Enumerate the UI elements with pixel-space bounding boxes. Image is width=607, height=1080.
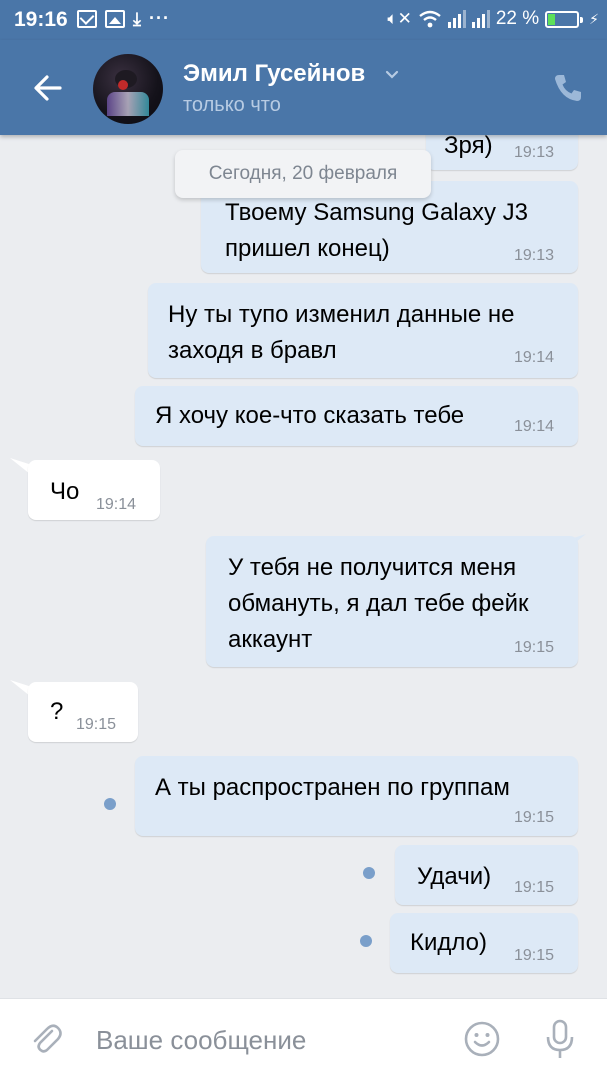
unread-indicator [363,867,375,879]
outgoing-message[interactable]: У тебя не получится меня обмануть, я дал … [206,536,578,667]
message-text: Кидло) [410,925,487,961]
outgoing-message[interactable]: Я хочу кое-что сказать тебе 19:14 [135,386,578,446]
microphone-icon[interactable] [540,1017,580,1061]
message-line: обмануть, я дал тебе фейк [228,590,529,617]
message-text: Твоему Samsung Galaxy J3 пришел конец) [225,195,528,267]
unread-indicator [104,798,116,810]
unread-indicator [360,935,372,947]
message-timestamp: 19:15 [514,947,555,964]
message-line: ? [50,698,64,725]
message-text: ? [50,694,63,730]
charging-icon: ⚡︎ [589,10,599,27]
message-line: заходя в бравл [168,337,337,364]
message-composer [0,998,607,1080]
more-notifications-icon: ··· [148,8,170,28]
message-timestamp: 19:15 [514,809,555,826]
message-line: Чо [50,478,80,505]
avatar[interactable] [93,54,163,124]
incoming-message[interactable]: Чо 19:14 [28,460,160,520]
message-line: аккаунт [228,626,313,653]
message-timestamp: 19:15 [76,716,117,733]
message-timestamp: 19:15 [514,639,555,656]
status-time: 19:16 [14,8,68,31]
notification-icons: ⤓ ··· [77,8,170,29]
message-line: А ты распространен по группам [155,774,510,801]
wifi-icon [419,10,441,28]
message-text: Чо [50,474,79,510]
message-line: пришел конец) [225,235,390,262]
outgoing-message[interactable]: А ты распространен по группам 19:15 [135,756,578,836]
contact-name[interactable]: Эмил Гусейнов [183,60,365,88]
system-icons: 🔈︎✕ 22 % ⚡︎ [387,8,599,30]
date-separator: Сегодня, 20 февраля [175,150,431,198]
mail-notification-icon [77,9,97,28]
incoming-message[interactable]: ? 19:15 [28,682,138,742]
message-timestamp: 19:14 [514,349,555,366]
battery-percent: 22 % [495,8,540,29]
message-line: Твоему Samsung Galaxy J3 [225,199,528,226]
download-icon: ⤓ [133,8,141,29]
message-timestamp: 19:14 [96,496,137,513]
message-timestamp: 19:14 [514,418,555,435]
message-text: У тебя не получится меня обмануть, я дал … [228,550,528,658]
message-line: Удачи) [417,863,492,890]
message-timestamp: 19:15 [514,879,555,896]
image-notification-icon [105,9,125,28]
status-bar: 19:16 ⤓ ··· 🔈︎✕ 22 % ⚡︎ [0,0,607,40]
phone-call-icon[interactable] [548,68,588,108]
message-text: Я хочу кое-что сказать тебе [155,398,464,434]
mute-icon: 🔈︎✕ [387,9,412,28]
outgoing-message[interactable]: Ну ты тупо изменил данные не заходя в бра… [148,283,578,378]
paperclip-icon[interactable] [26,1019,66,1059]
emoji-icon[interactable] [462,1019,502,1059]
chat-header: Эмил Гусейнов только что [0,40,607,135]
outgoing-message[interactable]: Кидло) 19:15 [390,913,578,973]
battery-icon [545,10,584,28]
signal-2-icon [471,10,490,28]
online-status: только что [183,94,281,116]
message-timestamp: 19:13 [514,247,555,264]
message-line: Я хочу кое-что сказать тебе [155,402,465,429]
message-text: Ну ты тупо изменил данные не заходя в бра… [168,297,515,369]
message-timestamp: 19:13 [514,144,555,161]
message-line: Кидло) [410,929,488,956]
bubble-tail [10,458,30,474]
message-input[interactable] [96,1021,436,1059]
message-text: Удачи) [417,859,491,895]
message-line: Ну ты тупо изменил данные не [168,301,515,328]
message-line: У тебя не получится меня [228,554,517,581]
chevron-down-icon[interactable] [382,64,402,84]
back-arrow-icon[interactable] [28,68,68,108]
bubble-tail [10,680,30,696]
signal-1-icon [447,10,466,28]
message-text: А ты распространен по группам [155,770,510,806]
outgoing-message[interactable]: Удачи) 19:15 [395,845,578,905]
